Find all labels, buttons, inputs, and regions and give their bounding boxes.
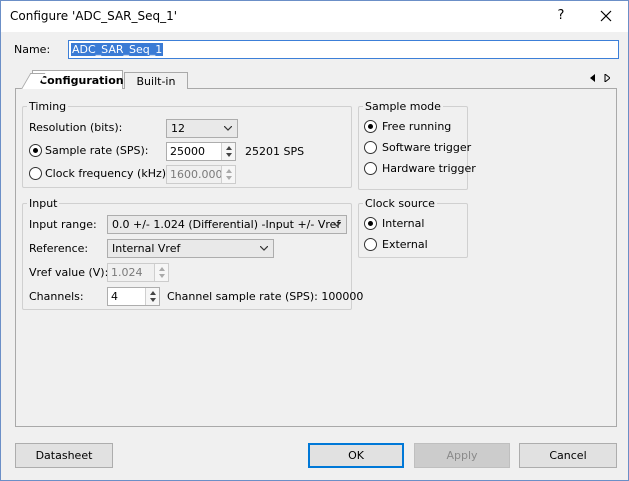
internal-clock-radio[interactable] <box>364 217 377 230</box>
resolution-value: 12 <box>171 122 185 135</box>
internal-clock-label: Internal <box>382 217 425 230</box>
timing-group-title: Timing <box>27 100 69 113</box>
free-running-radio[interactable] <box>364 120 377 133</box>
clock-frequency-label: Clock frequency (kHz): <box>45 167 170 180</box>
sample-rate-actual: 25201 SPS <box>245 145 305 158</box>
sample-mode-group-title: Sample mode <box>363 100 443 113</box>
chevron-down-icon <box>224 126 232 131</box>
reference-select[interactable]: Internal Vref <box>107 239 274 258</box>
vref-value: 1.024 <box>111 266 143 279</box>
channels-value: 4 <box>111 290 118 303</box>
hardware-trigger-label: Hardware trigger <box>382 162 476 175</box>
stepper-arrows-icon[interactable] <box>221 166 235 183</box>
clock-source-group-title: Clock source <box>363 197 437 210</box>
apply-button[interactable]: Apply <box>414 443 510 468</box>
close-button[interactable] <box>591 4 621 28</box>
help-button[interactable]: ? <box>549 4 573 28</box>
clock-frequency-value: 1600.000 <box>170 168 223 181</box>
external-clock-label: External <box>382 238 428 251</box>
channels-stepper[interactable]: 4 <box>107 287 160 306</box>
sample-rate-label: Sample rate (SPS): <box>45 144 149 157</box>
software-trigger-radio[interactable] <box>364 141 377 154</box>
tab-built-in[interactable]: Built-in <box>124 72 188 89</box>
sample-rate-radio[interactable] <box>29 144 42 157</box>
title-bar: Configure 'ADC_SAR_Seq_1' ? <box>1 1 628 32</box>
external-clock-radio[interactable] <box>364 238 377 251</box>
stepper-arrows-icon[interactable] <box>221 143 235 160</box>
name-input[interactable]: ADC_SAR_Seq_1 <box>68 40 619 59</box>
sample-rate-value: 25000 <box>170 145 205 158</box>
ok-button[interactable]: OK <box>308 443 404 468</box>
free-running-label: Free running <box>382 120 452 133</box>
channels-label: Channels: <box>29 290 84 303</box>
input-range-value: 0.0 +/- 1.024 (Differential) -Input +/- … <box>112 218 341 231</box>
resolution-label: Resolution (bits): <box>29 121 123 134</box>
tab-scroll-right-icon[interactable] <box>604 72 611 84</box>
channel-sample-rate: Channel sample rate (SPS): 100000 <box>167 290 364 303</box>
input-group-title: Input <box>27 197 60 210</box>
tab-scroll-left-icon[interactable] <box>590 74 596 84</box>
hardware-trigger-radio[interactable] <box>364 162 377 175</box>
sample-rate-stepper[interactable]: 25000 <box>166 142 236 161</box>
window-title: Configure 'ADC_SAR_Seq_1' <box>10 9 178 23</box>
clock-frequency-radio[interactable] <box>29 167 42 180</box>
cancel-button[interactable]: Cancel <box>519 443 617 468</box>
software-trigger-label: Software trigger <box>382 141 472 154</box>
input-range-select[interactable]: 0.0 +/- 1.024 (Differential) -Input +/- … <box>107 215 347 234</box>
name-label: Name: <box>14 43 51 56</box>
clock-frequency-stepper[interactable]: 1600.000 <box>166 165 236 184</box>
reference-label: Reference: <box>29 242 89 255</box>
input-range-label: Input range: <box>29 218 97 231</box>
vref-stepper[interactable]: 1.024 <box>107 263 169 282</box>
vref-label: Vref value (V): <box>29 266 109 279</box>
datasheet-button[interactable]: Datasheet <box>15 443 113 468</box>
chevron-down-icon <box>260 246 268 251</box>
resolution-select[interactable]: 12 <box>166 119 238 138</box>
tab-configuration[interactable]: Configuration <box>32 70 124 90</box>
chevron-down-icon <box>333 222 341 227</box>
reference-value: Internal Vref <box>112 242 181 255</box>
name-input-value: ADC_SAR_Seq_1 <box>71 43 164 56</box>
stepper-arrows-icon[interactable] <box>154 264 168 281</box>
stepper-arrows-icon[interactable] <box>145 288 159 305</box>
close-icon <box>600 10 612 22</box>
